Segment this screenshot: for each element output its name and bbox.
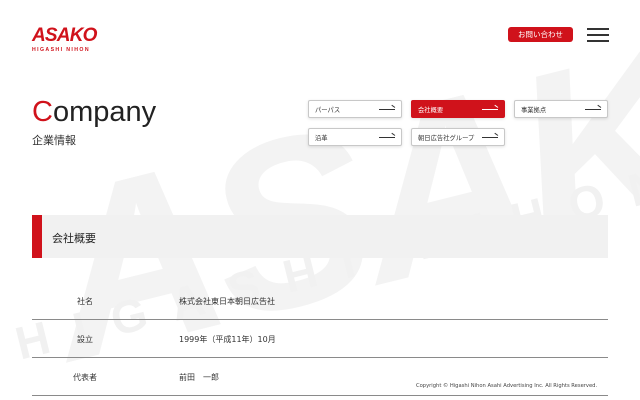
long-arrow-right-icon [482,109,498,110]
info-value: 1999年（平成11年）10月 [179,335,276,344]
page-subtitle: 企業情報 [32,134,76,147]
page-title: Company [32,96,156,128]
nav-button-purpose[interactable]: パーパス [308,100,402,118]
section-header: 会社概要 [32,215,608,258]
long-arrow-right-icon [482,137,498,138]
page-heading: Company 企業情報 [32,96,156,148]
info-row-established: 設立 1999年（平成11年）10月 [32,320,608,358]
hamburger-menu-icon[interactable] [587,27,609,42]
nav-button-label: 朝日広告社グループ [418,134,475,142]
nav-button-group[interactable]: 朝日広告社グループ [411,128,505,146]
info-value: 前田 一郎 [179,373,219,382]
info-label: 設立 [77,335,93,344]
row-divider [32,395,608,396]
nav-button-label: 会社概要 [418,106,444,114]
nav-button-label: 沿革 [315,134,328,142]
long-arrow-right-icon [379,137,395,138]
info-value: 株式会社東日本朝日広告社 [179,297,275,306]
info-label: 代表者 [73,373,97,382]
long-arrow-right-icon [585,109,601,110]
site-logo[interactable]: ASAKO HIGASHI NIHON [32,25,97,53]
nav-button-label: パーパス [315,106,341,114]
info-row-company-name: 社名 株式会社東日本朝日広告社 [32,282,608,320]
contact-button[interactable]: お問い合わせ [508,27,573,42]
page-title-initial: C [32,96,53,128]
logo-main-text: ASAKO [32,25,97,46]
nav-button-label: 事業拠点 [521,106,547,114]
logo-sub-text: HIGASHI NIHON [32,47,90,53]
copyright-text: Copyright © Higashi Nihon Asahi Advertis… [416,383,598,389]
nav-button-offices[interactable]: 事業拠点 [514,100,608,118]
page-title-rest: ompany [52,96,157,128]
nav-button-company-overview[interactable]: 会社概要 [411,100,505,118]
nav-button-history[interactable]: 沿革 [308,128,402,146]
section-accent-bar [32,215,42,258]
info-row-representative: 代表者 前田 一郎 [32,358,608,396]
info-label: 社名 [77,297,93,306]
long-arrow-right-icon [379,109,395,110]
section-title: 会社概要 [52,232,96,245]
